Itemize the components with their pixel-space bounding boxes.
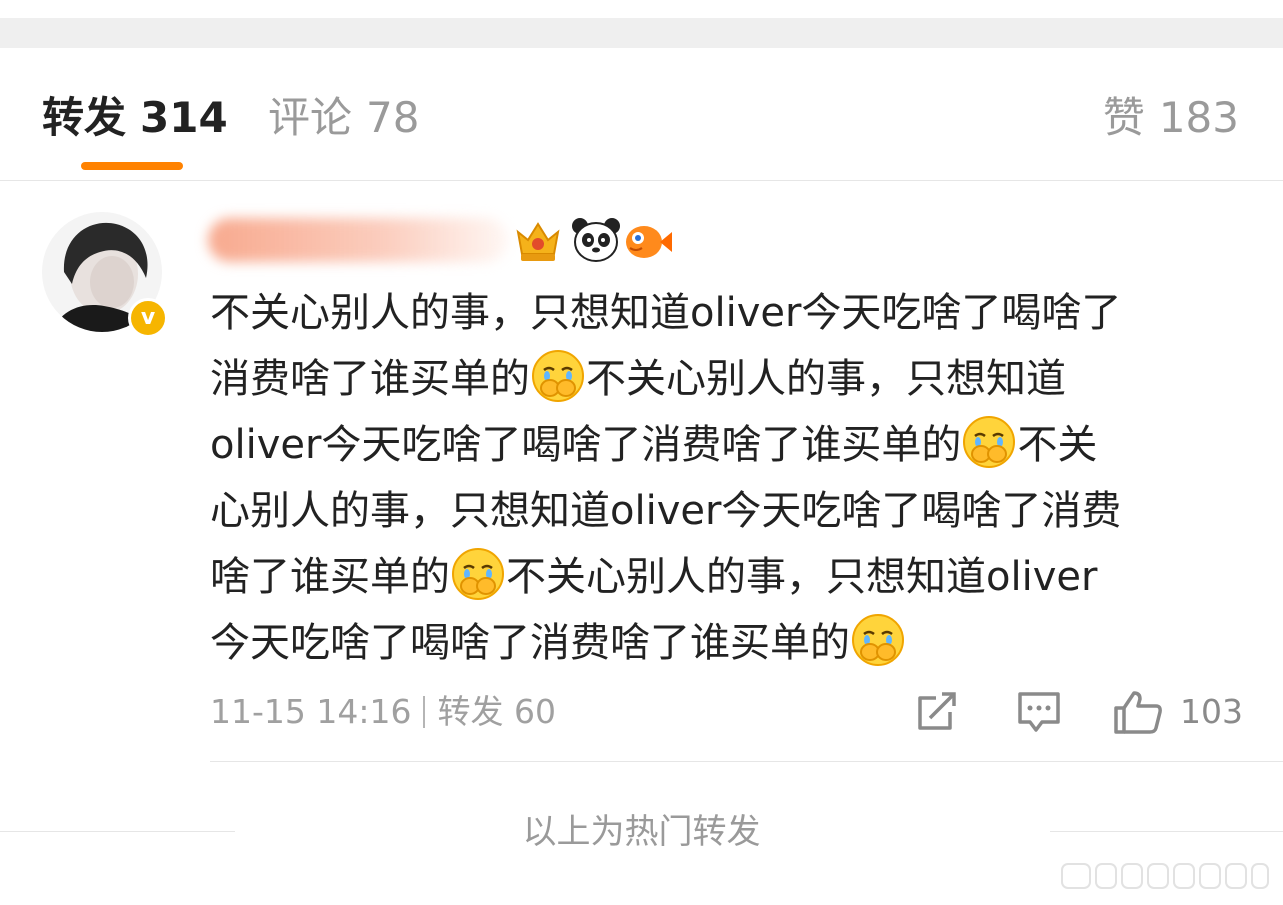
crown-badge-icon: [516, 222, 560, 261]
crying-cover-mouth-emoji-icon: [532, 350, 584, 402]
tab-comment-count: 78: [366, 93, 420, 142]
post-line: 今天吃啥了喝啥了消费啥了谁买单的: [210, 610, 1240, 676]
tab-bar: 转发 314 评论 78 赞 183: [0, 48, 1283, 181]
section-gap: [0, 18, 1283, 48]
crying-cover-mouth-emoji-icon: [452, 548, 504, 600]
verified-v-icon: v: [128, 298, 168, 338]
share-icon[interactable]: [914, 690, 960, 734]
repost-count: 60: [513, 692, 556, 731]
comment-icon[interactable]: [1016, 690, 1062, 734]
tab-repost-count: 314: [140, 93, 228, 142]
post-line: 不关心别人的事，只想知道oliver今天吃啥了喝啥了: [210, 290, 1122, 336]
tab-like-count: 183: [1158, 93, 1239, 142]
hot-reposts-label: 以上为热门转发: [522, 812, 761, 852]
post-timestamp: 11-15 14:16: [210, 692, 412, 731]
top-strip: [0, 0, 1283, 18]
post-line: 消费啥了谁买单的 不关心别人的事，只想知道: [210, 346, 1240, 412]
hot-divider-right: [1050, 831, 1283, 832]
like-count: 103: [1180, 692, 1243, 731]
post-line: 心别人的事，只想知道oliver今天吃啥了喝啥了消费: [210, 488, 1122, 534]
row-divider: [210, 761, 1283, 762]
post-line: oliver今天吃啥了喝啥了消费啥了谁买单的 不关: [210, 412, 1240, 478]
crying-cover-mouth-emoji-icon: [963, 416, 1016, 468]
tab-like[interactable]: 赞 183: [1103, 92, 1239, 144]
tab-comment[interactable]: 评论 78: [268, 92, 419, 144]
meta-divider: [423, 696, 426, 728]
watermark-icon: [1061, 863, 1269, 889]
post-line: 啥了谁买单的 不关心别人的事，只想知道oliver: [210, 544, 1240, 610]
post-meta: 11-15 14:16 转发 60: [210, 690, 556, 734]
username-blurred[interactable]: [208, 218, 508, 262]
panda-badge-icon: [572, 218, 620, 262]
post-content: 不关心别人的事，只想知道oliver今天吃啥了喝啥了 消费啥了谁买单的 不关心别人…: [210, 280, 1240, 676]
tab-like-label: 赞: [1102, 93, 1145, 142]
tab-comment-label: 评论: [268, 93, 353, 142]
fish-badge-icon: [626, 226, 672, 258]
active-tab-indicator: [81, 162, 183, 170]
like-thumb-icon[interactable]: [1112, 690, 1164, 734]
tab-repost-label: 转发: [42, 93, 127, 142]
repost-label: 转发: [437, 692, 504, 731]
tab-repost[interactable]: 转发 314: [42, 92, 228, 144]
crying-cover-mouth-emoji-icon: [852, 614, 904, 666]
